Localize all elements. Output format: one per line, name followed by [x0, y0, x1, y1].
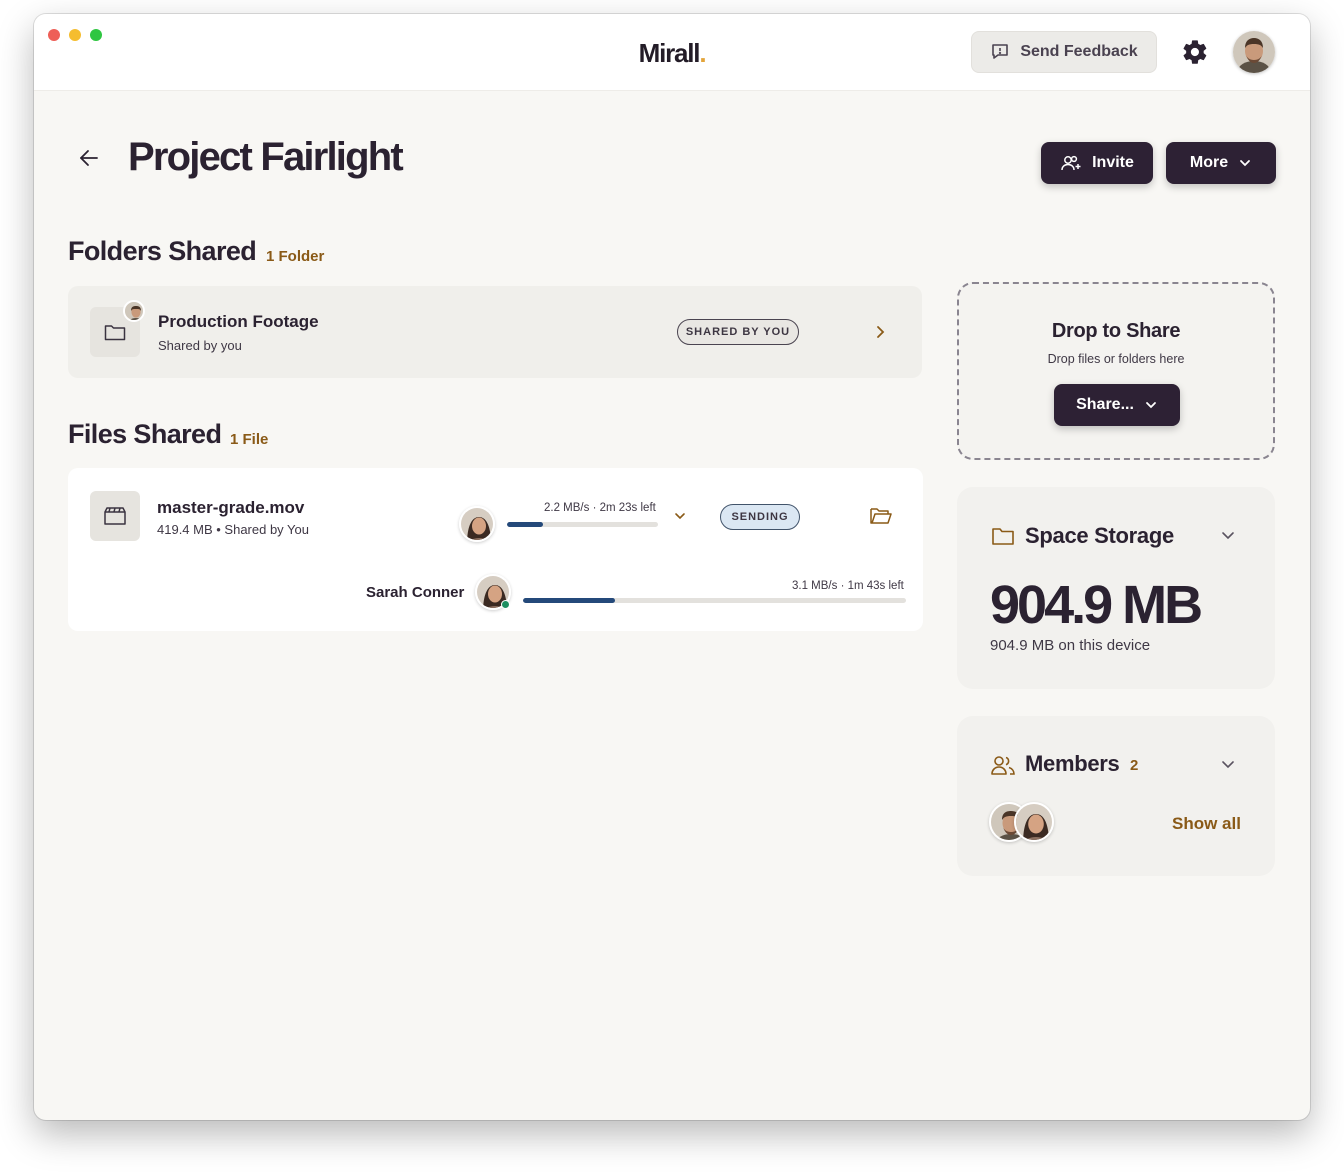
feedback-icon	[992, 44, 1009, 59]
folder-icon	[992, 528, 1014, 545]
storage-card: Space Storage 904.9 MB 904.9 MB on this …	[957, 487, 1275, 689]
invite-button[interactable]: Invite	[1041, 142, 1153, 184]
owner-avatar	[123, 300, 145, 322]
folder-icon	[104, 325, 126, 341]
back-arrow-icon[interactable]	[78, 147, 100, 169]
clapperboard-icon	[104, 507, 126, 525]
send-feedback-button[interactable]: Send Feedback	[971, 31, 1157, 73]
sending-badge: SENDING	[720, 504, 800, 530]
chevron-down-icon[interactable]	[1220, 527, 1236, 543]
drop-title: Drop to Share	[1051, 320, 1181, 342]
files-section-title: Files Shared	[68, 419, 222, 449]
folder-subtitle: Shared by you	[158, 338, 242, 353]
file-progress-fill	[507, 522, 544, 527]
app-logo-text: Mirall	[638, 38, 701, 68]
storage-value: 904.9 MB	[990, 575, 1203, 635]
shared-by-you-badge: SHARED BY YOU	[677, 319, 799, 345]
folders-count: 1 Folder	[266, 248, 325, 265]
title-bar: Mirall. Send Feedback	[34, 14, 1310, 91]
more-label: More	[1189, 154, 1229, 171]
chevron-down-icon	[1146, 402, 1156, 409]
share-label: Share...	[1076, 396, 1134, 413]
storage-subtitle: 904.9 MB on this device	[990, 637, 1151, 654]
recipient-progress-bar	[523, 598, 906, 603]
file-name: master-grade.mov	[157, 498, 305, 517]
add-user-icon	[1061, 155, 1081, 171]
members-title: Members	[1025, 751, 1120, 776]
members-card: Members 2 Show all	[957, 716, 1275, 876]
app-logo-dot: .	[699, 38, 706, 68]
chevron-down-icon	[1240, 160, 1251, 167]
file-subtitle: 419.4 MB • Shared by You	[157, 522, 309, 537]
recipient-avatar	[459, 506, 495, 542]
recipient-transfer-rate: 3.1 MB/s · 1m 43s left	[792, 580, 904, 592]
invite-label: Invite	[1092, 154, 1134, 171]
chevron-down-icon[interactable]	[672, 508, 688, 524]
show-all-link[interactable]: Show all	[1172, 814, 1241, 834]
more-button[interactable]: More	[1166, 142, 1276, 184]
files-count: 1 File	[230, 431, 269, 448]
user-avatar[interactable]	[1233, 31, 1275, 73]
folder-name: Production Footage	[158, 312, 319, 331]
members-icon	[991, 756, 1015, 775]
folders-section-title: Folders Shared	[68, 236, 257, 266]
page-title: Project Fairlight	[128, 135, 404, 179]
file-icon-tile	[90, 491, 140, 541]
file-row[interactable]: master-grade.mov 419.4 MB • Shared by Yo…	[68, 468, 923, 631]
file-progress-bar	[507, 522, 658, 527]
app-window: Mirall. Send Feedback Project Fairlight	[34, 14, 1310, 1120]
chevron-down-icon[interactable]	[1220, 756, 1236, 772]
drop-subtitle: Drop files or folders here	[1047, 352, 1185, 366]
open-folder-icon[interactable]	[869, 506, 893, 526]
storage-title: Space Storage	[1025, 523, 1174, 548]
recipient-progress-fill	[523, 598, 615, 603]
gear-icon[interactable]	[1181, 38, 1209, 66]
folder-row[interactable]: Production Footage Shared by you SHARED …	[68, 286, 922, 378]
members-count: 2	[1130, 757, 1139, 774]
drop-zone[interactable]: Drop to Share Drop files or folders here…	[957, 282, 1275, 460]
share-button[interactable]: Share...	[1054, 384, 1180, 426]
file-transfer-rate: 2.2 MB/s · 2m 23s left	[544, 502, 656, 514]
send-feedback-label: Send Feedback	[1020, 43, 1138, 60]
member-avatar	[1014, 802, 1054, 842]
online-status-dot	[501, 600, 510, 609]
chevron-right-icon[interactable]	[872, 324, 888, 340]
recipient-name: Sarah Conner	[366, 584, 465, 601]
